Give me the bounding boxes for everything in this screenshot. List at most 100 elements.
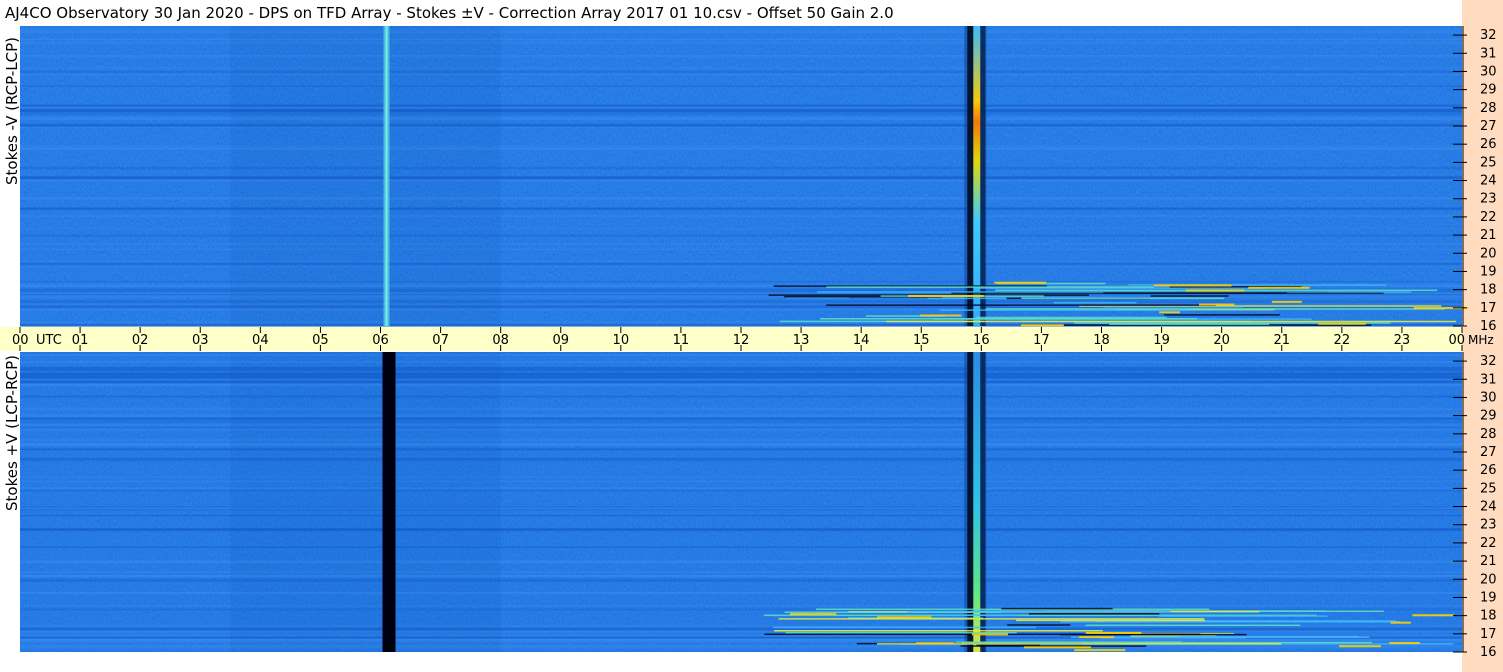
bottom-freq-tick-label: 25 <box>1480 481 1497 496</box>
top-rfi-line <box>826 286 1155 288</box>
bottom-freq-tick-label: 24 <box>1480 500 1497 515</box>
bottom-rfi-hot <box>1339 645 1381 648</box>
top-freq-tick-label: 18 <box>1480 283 1497 298</box>
bottom-freq-tick-label: 16 <box>1480 645 1497 660</box>
bottom-rfi-line <box>778 618 1205 620</box>
top-freq-tick-label: 30 <box>1480 64 1497 79</box>
bottom-rfi-hot <box>1023 646 1092 649</box>
top-rfi-hot <box>994 281 1047 284</box>
time-tick-label: 20 <box>1213 333 1230 348</box>
time-tick-label: 10 <box>613 333 630 348</box>
bottom-freq-tick-label: 32 <box>1480 354 1497 369</box>
bottom-freq-tick-label: 30 <box>1480 390 1497 405</box>
bottom-rfi-line <box>1085 624 1301 627</box>
bottom-burst-dark-edge <box>967 352 974 652</box>
time-tick-label: 02 <box>132 333 149 348</box>
top-rfi-hot <box>1021 324 1064 327</box>
bottom-freq-tick-label: 19 <box>1480 590 1497 605</box>
top-rfi-line <box>1021 297 1225 299</box>
bottom-rfi-hot <box>876 616 932 619</box>
top-freq-tick-label: 23 <box>1480 192 1497 207</box>
top-rfi-line <box>976 316 1167 319</box>
time-tick-label: 00 <box>1448 333 1465 348</box>
top-rfi-line <box>1053 301 1137 304</box>
time-tick-label: 19 <box>1153 333 1170 348</box>
top-rfi-line <box>1109 323 1270 325</box>
top-rfi-line <box>1103 292 1287 294</box>
top-rfi-hot <box>1271 300 1302 303</box>
top-freq-tick-label: 32 <box>1480 28 1497 43</box>
bottom-rfi-hot <box>789 613 837 616</box>
time-tick-label: 05 <box>312 333 329 348</box>
bottom-rfi-line <box>976 644 1040 647</box>
time-tick-label: 16 <box>973 333 990 348</box>
bottom-freq-tick-label: 18 <box>1480 609 1497 624</box>
bottom-rfi-line <box>1001 607 1113 610</box>
bottom-freq-tick-label: 21 <box>1480 554 1497 569</box>
top-rfi-hot <box>1185 289 1245 292</box>
bottom-burst-dark-edge-right <box>980 352 986 652</box>
bottom-rfi-line <box>773 626 1036 629</box>
bottom-freq-tick-label: 20 <box>1480 572 1497 587</box>
top-rfi-hot <box>1318 322 1366 325</box>
top-freq-tick-label: 16 <box>1480 319 1497 334</box>
top-burst-core <box>973 26 981 326</box>
top-rfi-line <box>886 320 1457 323</box>
bottom-rfi-line <box>1007 624 1071 626</box>
bottom-rfi-hot <box>916 642 954 645</box>
bottom-freq-tick-label: 17 <box>1480 627 1497 642</box>
top-rfi-hot <box>908 294 984 297</box>
top-spectrogram-panel <box>20 26 1469 327</box>
time-axis-band <box>0 327 1462 351</box>
time-tick-label: 08 <box>492 333 509 348</box>
time-tick-label: 14 <box>853 333 870 348</box>
bottom-rfi-hot <box>1074 649 1126 652</box>
time-tick-label: 07 <box>432 333 449 348</box>
bottom-freq-tick-label: 31 <box>1480 372 1497 387</box>
top-freq-tick-label: 28 <box>1480 101 1497 116</box>
time-tick-label: 23 <box>1394 333 1411 348</box>
top-rfi-hot <box>1198 303 1235 306</box>
top-freq-tick-label: 19 <box>1480 264 1497 279</box>
top-rfi-hot <box>1248 286 1310 289</box>
time-axis: 00 01 02 03 04 05 06 07 08 09 10 11 12 13 14 15 16 17 18 19… <box>0 327 1494 351</box>
top-freq-tick-label: 29 <box>1480 83 1497 98</box>
bottom-rfi-hot <box>1085 631 1142 634</box>
top-rfi-line <box>939 309 1191 311</box>
bottom-rfi-hot <box>971 633 1009 636</box>
top-burst-dark-edge-right <box>980 26 986 326</box>
bottom-rfi-hot <box>1412 614 1455 617</box>
bottom-rfi-line <box>933 614 1019 616</box>
time-tick-label: 06 <box>372 333 389 348</box>
top-darker-region <box>230 26 501 326</box>
top-rfi-hot <box>919 314 962 317</box>
top-freq-tick-label: 31 <box>1480 46 1497 61</box>
top-rfi-line <box>1164 314 1280 316</box>
top-freq-tick-label: 25 <box>1480 155 1497 170</box>
top-rfi-line <box>1150 295 1229 297</box>
bottom-freq-tick-label: 29 <box>1480 409 1497 424</box>
freq-axis-unit: MHz <box>1468 333 1494 347</box>
bottom-freq-tick-label: 27 <box>1480 445 1497 460</box>
top-rfi-line <box>820 318 1197 320</box>
time-tick-label: 12 <box>733 333 750 348</box>
top-rfi-line <box>826 304 1216 306</box>
top-rfi-hot <box>1159 311 1181 314</box>
time-tick-label: 17 <box>1033 333 1050 348</box>
time-tick-label: 04 <box>252 333 269 348</box>
time-tick-label: 00 <box>12 333 29 348</box>
bottom-rfi-line <box>1158 615 1328 617</box>
time-tick-label: 13 <box>793 333 810 348</box>
time-tick-label: 03 <box>192 333 209 348</box>
bottom-rfi-line <box>907 610 1171 613</box>
time-tick-label: 22 <box>1334 333 1351 348</box>
bottom-rfi-hot <box>1079 636 1115 639</box>
bottom-rfi-hot <box>1389 642 1420 645</box>
time-tick-label: 21 <box>1273 333 1290 348</box>
bottom-freq-tick-label: 28 <box>1480 427 1497 442</box>
top-freq-tick-label: 20 <box>1480 246 1497 261</box>
bottom-rfi-line <box>1178 635 1359 638</box>
top-freq-tick-label: 22 <box>1480 210 1497 225</box>
top-burst-dark-edge <box>967 26 974 326</box>
time-tick-label: 18 <box>1093 333 1110 348</box>
